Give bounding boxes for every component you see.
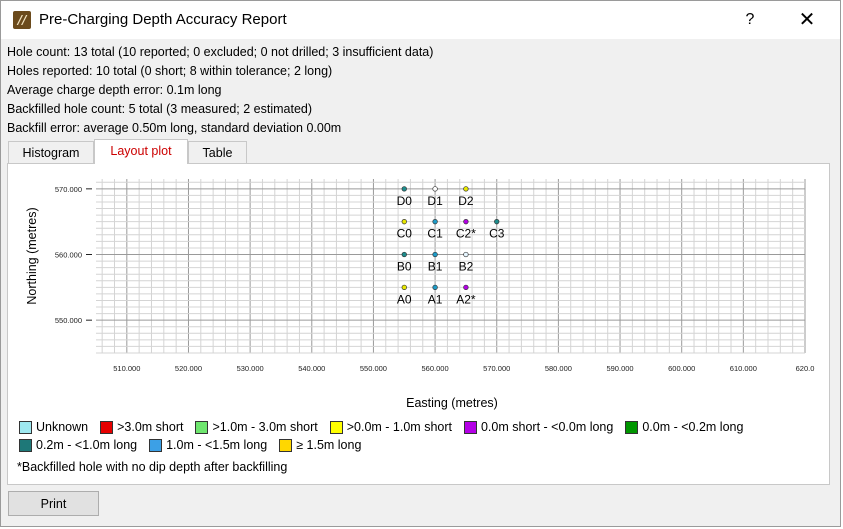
hole-marker xyxy=(432,186,438,192)
x-tick-label: 610.000 xyxy=(730,364,757,373)
legend-label: >0.0m - 1.0m short xyxy=(346,420,452,434)
x-tick-label: 580.000 xyxy=(545,364,572,373)
average-error-text: Average charge depth error: 0.1m long xyxy=(7,83,222,97)
legend-item: >1.0m - 3.0m short xyxy=(189,420,318,434)
legend-row-2: 0.2m - <1.0m long 1.0m - <1.5m long ≥ 1.5m… xyxy=(19,438,367,452)
tab-table[interactable]: Table xyxy=(188,141,247,163)
hole-label: A0 xyxy=(397,292,412,306)
holes-reported-text: Holes reported: 10 total (0 short; 8 wit… xyxy=(7,64,333,78)
hole-count-text: Hole count: 13 total (10 reported; 0 exc… xyxy=(7,45,434,59)
hole-label: D2 xyxy=(458,194,474,208)
legend-row-1: Unknown >3.0m short >1.0m - 3.0m short >0.0… xyxy=(19,420,749,434)
hole-marker xyxy=(432,284,438,290)
backfill-error-text: Backfill error: average 0.50m long, stan… xyxy=(7,121,342,135)
tab-layout-plot[interactable]: Layout plot xyxy=(94,139,188,164)
x-tick-label: 620.0 xyxy=(796,364,815,373)
legend-item: >3.0m short xyxy=(94,420,183,434)
hole-label: B2 xyxy=(459,260,474,274)
hole-label: C1 xyxy=(427,227,443,241)
hole-label: C0 xyxy=(397,227,413,241)
legend-item: 0.2m - <1.0m long xyxy=(19,438,137,452)
legend-item: 1.0m - <1.5m long xyxy=(143,438,267,452)
hole-marker xyxy=(463,186,469,192)
window-title: Pre-Charging Depth Accuracy Report xyxy=(39,11,287,28)
close-icon[interactable]: ✕ xyxy=(787,5,827,35)
hole-label: C3 xyxy=(489,227,505,241)
hole-marker xyxy=(401,186,407,192)
x-tick-label: 520.000 xyxy=(175,364,202,373)
x-tick-label: 510.000 xyxy=(113,364,140,373)
legend-label: >3.0m short xyxy=(117,420,184,434)
backfill-footnote: *Backfilled hole with no dip depth after… xyxy=(17,460,288,474)
hole-marker xyxy=(463,219,469,225)
x-axis-label: Easting (metres) xyxy=(406,396,498,410)
legend-label: >1.0m - 3.0m short xyxy=(212,420,318,434)
legend-item: 0.0m - <0.2m long xyxy=(619,420,743,434)
y-tick-label: 550.000 xyxy=(55,316,82,325)
legend-label: Unknown xyxy=(36,420,89,434)
hole-marker xyxy=(432,219,438,225)
hole-label: B0 xyxy=(397,260,412,274)
legend-swatch xyxy=(149,438,163,452)
hole-marker xyxy=(401,284,407,290)
y-tick-label: 560.000 xyxy=(55,251,82,260)
legend-swatch xyxy=(19,420,32,434)
hole-label: C2* xyxy=(456,227,476,241)
backfilled-count-text: Backfilled hole count: 5 total (3 measur… xyxy=(7,102,313,116)
hole-label: A1 xyxy=(428,292,443,306)
legend-swatch xyxy=(195,420,209,434)
print-button[interactable]: Print xyxy=(8,491,99,516)
x-tick-label: 590.000 xyxy=(606,364,633,373)
legend-item: >0.0m - 1.0m short xyxy=(324,420,452,434)
app-logo-icon: // xyxy=(13,11,31,29)
legend-swatch xyxy=(19,438,32,452)
hole-marker xyxy=(463,251,469,258)
x-tick-label: 600.000 xyxy=(668,364,695,373)
hole-marker xyxy=(401,251,407,258)
y-tick-label: 570.000 xyxy=(55,185,82,194)
hole-marker xyxy=(401,219,407,225)
legend-swatch xyxy=(100,420,114,434)
legend-item: 0.0m short - <0.0m long xyxy=(458,420,613,434)
hole-label: B1 xyxy=(428,260,443,274)
report-window: // Pre-Charging Depth Accuracy Report ? … xyxy=(0,0,841,527)
legend-item: Unknown xyxy=(19,420,88,434)
hole-marker xyxy=(432,251,438,258)
legend-label: ≥ 1.5m long xyxy=(296,438,362,452)
x-tick-label: 530.000 xyxy=(237,364,264,373)
x-tick-label: 540.000 xyxy=(298,364,325,373)
hole-label: D0 xyxy=(397,194,413,208)
legend-label: 0.2m - <1.0m long xyxy=(36,438,138,452)
layout-plot-panel: 510.000 520.000 530.000 540.000 550.000 560.0… xyxy=(7,163,830,485)
title-bar: // Pre-Charging Depth Accuracy Report ? … xyxy=(1,1,840,39)
help-button[interactable]: ? xyxy=(733,5,767,35)
legend-swatch xyxy=(329,420,343,434)
legend-label: 1.0m - <1.5m long xyxy=(166,438,268,452)
x-tick-label: 560.000 xyxy=(422,364,449,373)
tab-histogram[interactable]: Histogram xyxy=(8,141,94,163)
hole-marker xyxy=(463,284,469,290)
hole-marker xyxy=(494,219,500,225)
hole-label: A2* xyxy=(456,292,476,306)
legend-swatch xyxy=(279,438,293,452)
hole-label: D1 xyxy=(427,194,443,208)
legend-item: ≥ 1.5m long xyxy=(273,438,361,452)
legend-swatch xyxy=(625,420,639,434)
legend-label: 0.0m short - <0.0m long xyxy=(480,420,614,434)
y-axis-label: Northing (metres) xyxy=(25,207,39,304)
layout-plot-chart: 510.000 520.000 530.000 540.000 550.000 560.0… xyxy=(25,179,815,410)
x-tick-label: 570.000 xyxy=(483,364,510,373)
legend-label: 0.0m - <0.2m long xyxy=(642,420,744,434)
legend-swatch xyxy=(463,420,477,434)
x-tick-label: 550.000 xyxy=(360,364,387,373)
